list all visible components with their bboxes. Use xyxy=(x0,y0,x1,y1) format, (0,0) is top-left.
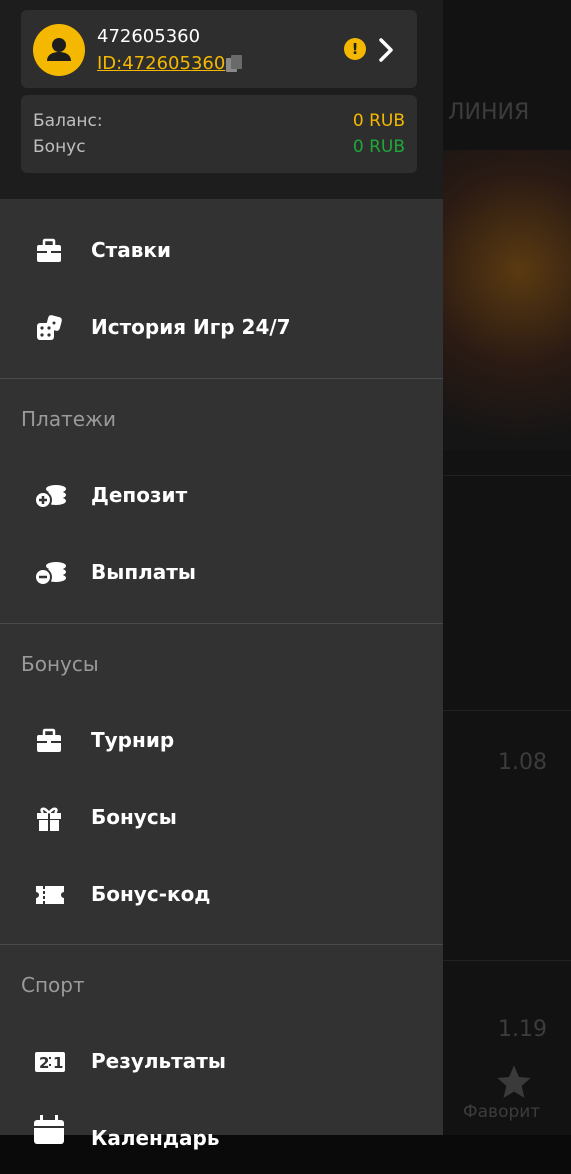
menu-item-deposit[interactable]: Депозит xyxy=(0,461,443,531)
section-title-payments: Платежи xyxy=(21,407,117,431)
bg-divider xyxy=(443,475,571,476)
user-icon xyxy=(47,38,71,61)
menu-item-label: Календарь xyxy=(91,1126,220,1150)
profile-card[interactable]: 472605360 ID:472605360 ! xyxy=(21,10,417,88)
menu-item-label: Ставки xyxy=(91,238,172,262)
divider xyxy=(0,623,443,624)
section-title-bonuses: Бонусы xyxy=(21,652,99,676)
bonus-label: Бонус xyxy=(33,137,86,157)
bg-divider xyxy=(443,710,571,711)
calendar-icon xyxy=(34,1115,64,1144)
gift-icon xyxy=(37,807,61,831)
menu-item-bonus-code[interactable]: Бонус-код xyxy=(0,860,443,930)
ticket-icon xyxy=(36,886,64,904)
menu-item-calendar[interactable]: Календарь xyxy=(0,1104,443,1174)
briefcase-icon xyxy=(37,728,61,752)
bg-tab-label: ЛИНИЯ xyxy=(448,100,530,125)
menu-item-bonuses[interactable]: Бонусы xyxy=(0,783,443,853)
username: 472605360 xyxy=(97,26,201,47)
warning-icon[interactable]: ! xyxy=(344,38,366,60)
menu-item-label: Результаты xyxy=(91,1049,226,1073)
bg-odds: 1.19 xyxy=(498,1017,547,1042)
avatar xyxy=(33,24,85,76)
menu-item-bets[interactable]: Ставки xyxy=(0,216,443,286)
menu-item-results[interactable]: 2 1 Результаты xyxy=(0,1027,443,1097)
menu-item-game-history[interactable]: История Игр 24/7 xyxy=(0,293,443,363)
menu-item-label: История Игр 24/7 xyxy=(91,315,291,339)
menu-item-tournament[interactable]: Турнир xyxy=(0,706,443,776)
dice-icon xyxy=(37,315,62,340)
briefcase-icon xyxy=(37,238,61,262)
divider xyxy=(0,378,443,379)
balance-card: Баланс: 0 RUB Бонус 0 RUB xyxy=(21,95,417,173)
navigation-drawer: 472605360 ID:472605360 ! Баланс: 0 RUB Б… xyxy=(0,0,443,1150)
copy-icon[interactable] xyxy=(225,54,243,74)
scoreboard-icon: 2 1 xyxy=(35,1052,65,1072)
menu-item-label: Выплаты xyxy=(91,560,196,584)
bg-divider xyxy=(443,960,571,961)
bg-odds: 1.08 xyxy=(498,750,547,775)
divider xyxy=(0,944,443,945)
balance-value: 0 RUB xyxy=(352,111,405,131)
menu-item-label: Депозит xyxy=(91,483,188,507)
chevron-right-icon[interactable] xyxy=(373,36,399,64)
menu-item-label: Турнир xyxy=(91,728,175,752)
menu-item-withdraw[interactable]: Выплаты xyxy=(0,538,443,608)
svg-text:2: 2 xyxy=(39,1054,49,1072)
svg-text:1: 1 xyxy=(53,1054,63,1072)
user-id-link[interactable]: ID:472605360 xyxy=(97,53,225,74)
star-icon xyxy=(497,1065,531,1098)
menu-item-label: Бонусы xyxy=(91,805,177,829)
coins-minus-icon xyxy=(34,562,66,586)
drawer-header: 472605360 ID:472605360 ! Баланс: 0 RUB Б… xyxy=(0,0,443,199)
section-title-sport: Спорт xyxy=(21,973,85,997)
balance-label: Баланс: xyxy=(33,111,103,131)
bg-favorites-label: Фаворит xyxy=(463,1102,541,1122)
coins-plus-icon xyxy=(34,485,66,509)
menu-item-label: Бонус-код xyxy=(91,882,211,906)
bonus-value: 0 RUB xyxy=(352,137,405,157)
